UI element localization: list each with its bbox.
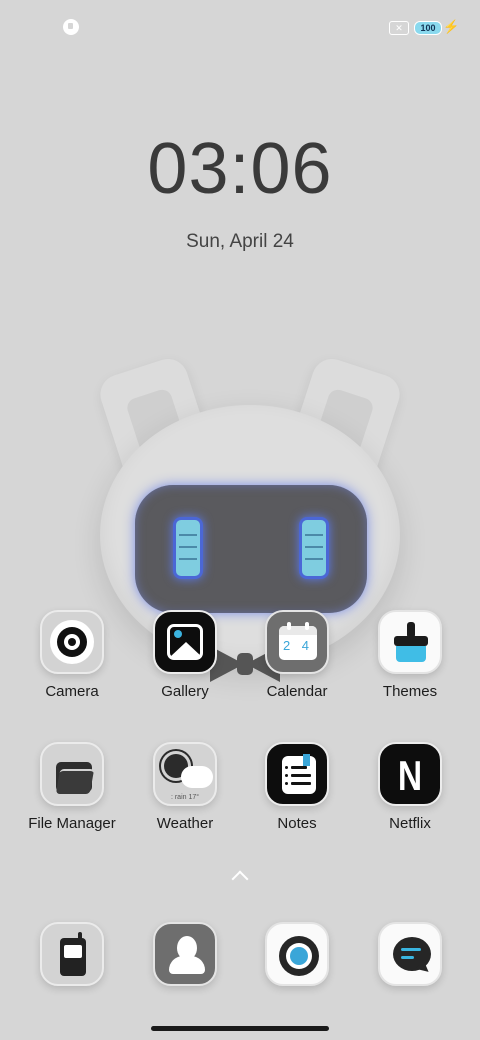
status-bar: ✕ 100 ⚡ xyxy=(0,0,480,54)
gesture-navigation-bar[interactable] xyxy=(151,1026,329,1031)
app-themes[interactable]: Themes xyxy=(360,610,460,700)
dock-phone[interactable] xyxy=(22,922,122,986)
dock-contacts[interactable] xyxy=(135,922,235,986)
app-calendar[interactable]: 2 4 Calendar xyxy=(247,610,347,700)
camera-icon xyxy=(40,610,104,674)
app-label: Themes xyxy=(382,683,438,700)
robot-eye-left xyxy=(173,517,203,579)
app-label: Gallery xyxy=(161,683,209,700)
clock[interactable]: 03:06 xyxy=(0,128,480,210)
dock-browser[interactable] xyxy=(247,922,347,986)
robot-visor xyxy=(135,485,367,613)
messages-icon xyxy=(378,922,442,986)
gallery-icon xyxy=(153,610,217,674)
app-file-manager[interactable]: File Manager xyxy=(22,742,122,832)
app-gallery[interactable]: Gallery xyxy=(135,610,235,700)
notes-icon xyxy=(265,742,329,806)
no-sim-icon: ✕ xyxy=(389,21,409,35)
app-label: Camera xyxy=(45,683,99,700)
browser-icon xyxy=(265,922,329,986)
calendar-icon: 2 4 xyxy=(265,610,329,674)
dock-messages[interactable] xyxy=(360,922,460,986)
notification-icon xyxy=(63,19,79,35)
app-drawer-chevron-up-icon[interactable] xyxy=(225,866,255,886)
app-weather[interactable]: : rain 17° Weather xyxy=(135,742,235,832)
weather-icon: : rain 17° xyxy=(153,742,217,806)
app-camera[interactable]: Camera xyxy=(22,610,122,700)
themes-icon xyxy=(378,610,442,674)
app-label: Calendar xyxy=(266,683,328,700)
app-notes[interactable]: Notes xyxy=(247,742,347,832)
battery-icon: 100 xyxy=(414,21,442,35)
phone-icon xyxy=(40,922,104,986)
app-label: File Manager xyxy=(28,815,116,832)
netflix-icon: N xyxy=(378,742,442,806)
app-label: Netflix xyxy=(389,815,431,832)
app-netflix[interactable]: N Netflix xyxy=(360,742,460,832)
date-label[interactable]: Sun, April 24 xyxy=(0,231,480,253)
app-label: Notes xyxy=(277,815,317,832)
bolt-icon: ⚡ xyxy=(443,19,460,34)
app-label: Weather xyxy=(156,815,214,832)
contacts-icon xyxy=(153,922,217,986)
folder-icon xyxy=(40,742,104,806)
robot-eye-right xyxy=(299,517,329,579)
